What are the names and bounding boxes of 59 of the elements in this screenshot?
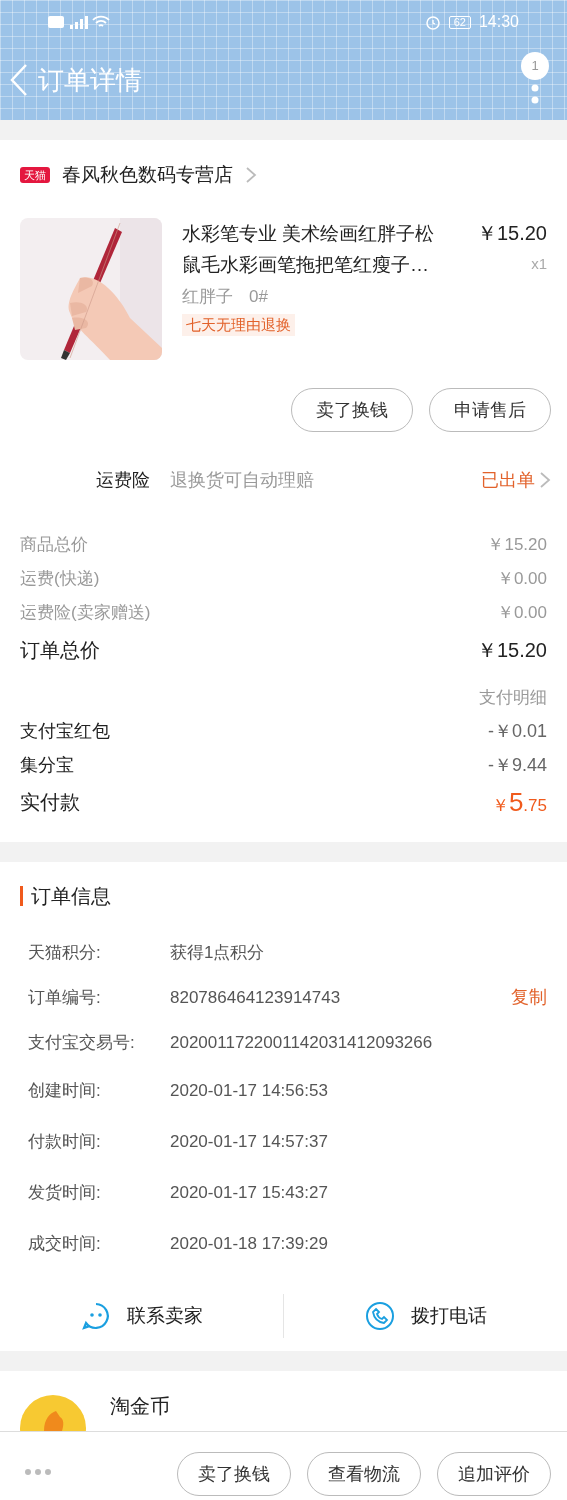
info-value: 获得1点积分 [170,941,266,964]
product-variant: 0# [249,286,268,308]
info-label: 天猫积分: [28,941,102,964]
payment-label: 支付宝红包 [20,719,110,743]
payment-label: 集分宝 [20,753,74,777]
back-icon[interactable] [8,63,30,97]
phone-icon [364,1301,395,1331]
section-title: 订单信息 [20,886,111,906]
info-label: 创建时间: [28,1079,102,1102]
info-value: 2020-01-18 17:39:29 [170,1232,329,1255]
signal-icon [68,15,88,29]
insurance-label: 运费险 [96,468,150,492]
price-label: 商品总价 [20,534,88,557]
price-value: ￥0.00 [496,602,547,625]
product-price: ￥15.20 [476,221,547,246]
alarm-icon [424,14,441,30]
page-title: 订单详情 [38,63,142,97]
payment-detail-title: 支付明细 [479,686,547,709]
contact-button[interactable]: 拨打电话 [284,1301,567,1331]
price-value: ￥0.00 [496,568,547,591]
info-label: 付款时间: [28,1130,102,1153]
hd-icon [48,16,64,28]
chat-bubble-icon [80,1301,111,1331]
info-value: 2020-01-17 14:56:53 [170,1079,329,1102]
copy-link[interactable]: 复制 [511,984,547,1011]
chevron-right-icon[interactable] [245,166,257,184]
paid-label: 实付款 [20,790,80,815]
battery-icon: 62 [448,15,471,29]
price-label: 运费(快递) [20,568,100,591]
coins-title: 淘金币 [110,1394,170,1419]
wifi-icon [92,15,110,29]
product-quantity: x1 [531,254,547,274]
more-icon[interactable] [531,84,539,106]
price-label: 订单总价 [20,638,100,663]
info-value: 2020-01-17 15:43:27 [170,1181,329,1204]
info-value: 2020-01-17 14:57:37 [170,1130,329,1153]
price-value: ￥15.20 [476,638,547,663]
product-title[interactable]: 水彩笔专业 美术绘画红胖子松鼠毛水彩画笔拖把笔红瘦子… [182,218,453,280]
return-policy-tag: 七天无理由退换 [182,313,295,336]
paid-amount: ￥5.75 [491,785,547,819]
product-variant: 红胖子 [182,286,233,308]
price-label: 运费险(卖家赠送) [20,602,151,625]
status-time: 14:30 [478,12,519,32]
payment-value: -￥9.44 [487,753,547,777]
info-value: 2020011722001142031412093266 [170,1031,434,1054]
info-label: 发货时间: [28,1181,102,1204]
tmall-badge: 天猫 [20,166,50,184]
more-options-icon[interactable] [24,1468,52,1476]
info-label: 订单编号: [28,986,102,1009]
info-label: 支付宝交易号: [28,1031,136,1054]
payment-value: -￥0.01 [487,719,547,743]
contact-button[interactable]: 联系卖家 [0,1301,283,1331]
chevron-right-icon[interactable] [539,471,551,489]
info-value: 820786464123914743 [170,986,342,1009]
info-label: 成交时间: [28,1232,102,1255]
insurance-description: 退换货可自动理赔 [170,468,315,492]
price-value: ￥15.20 [487,534,547,557]
notification-badge: 1 [521,52,549,80]
store-name[interactable]: 春风秋色数码专营店 [62,160,233,190]
